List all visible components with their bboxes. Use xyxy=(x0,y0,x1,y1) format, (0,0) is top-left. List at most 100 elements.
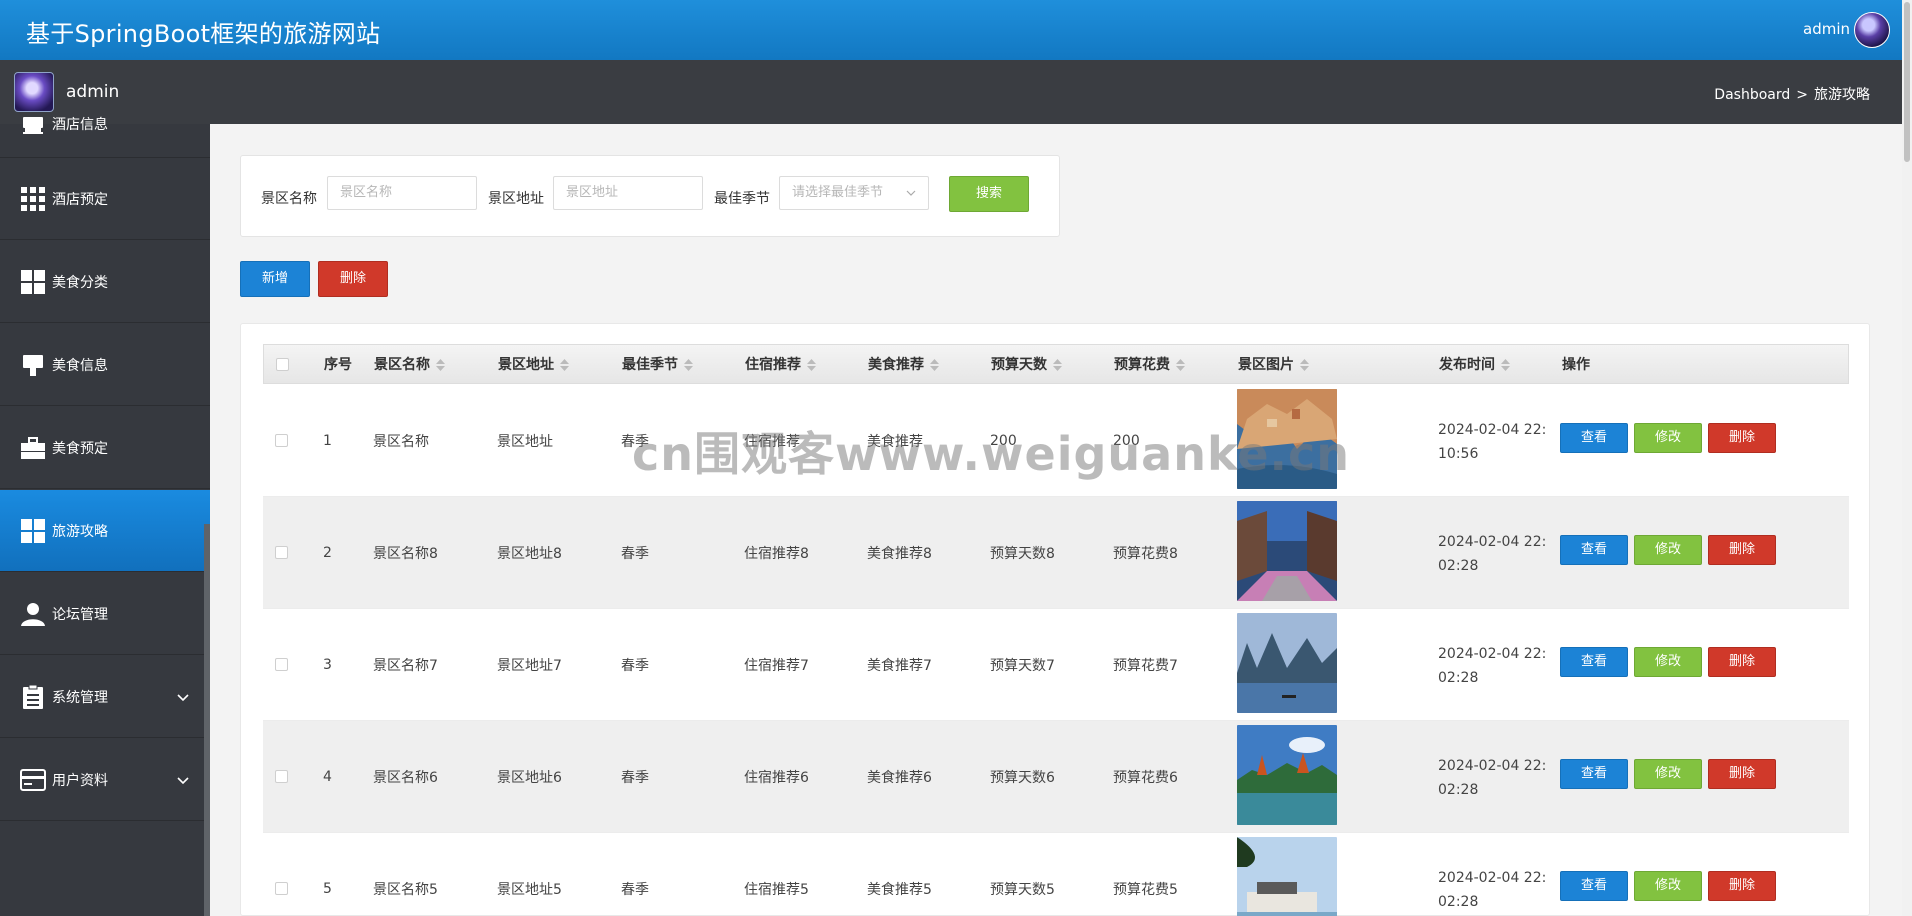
view-button[interactable]: 查看 xyxy=(1560,759,1628,789)
col-actions: 操作 xyxy=(1562,357,1590,373)
scenic-thumbnail[interactable] xyxy=(1237,501,1337,601)
breadcrumb: Dashboard > 旅游攻略 xyxy=(1708,84,1870,104)
view-button[interactable]: 查看 xyxy=(1560,647,1628,677)
sidebar-item-user-profile[interactable]: 用户资料 xyxy=(0,739,210,821)
scenic-thumbnail[interactable] xyxy=(1237,837,1337,916)
sidebar-item-forum[interactable]: 论坛管理 xyxy=(0,573,210,655)
col-address-label: 景区地址 xyxy=(498,357,554,373)
delete-button[interactable]: 删除 xyxy=(1708,759,1776,789)
col-address[interactable]: 景区地址 xyxy=(498,345,569,385)
col-days-label: 预算天数 xyxy=(991,357,1047,373)
category-icon xyxy=(21,518,45,543)
edit-button[interactable]: 修改 xyxy=(1634,759,1702,789)
breadcrumb-current: 旅游攻略 xyxy=(1814,87,1870,103)
row-checkbox[interactable] xyxy=(275,434,288,447)
cell-cost: 预算花费6 xyxy=(1113,769,1178,786)
sidebar-item-travel-guide[interactable]: 旅游攻略 xyxy=(0,490,210,572)
batch-delete-button[interactable]: 删除 xyxy=(318,261,388,297)
sidebar-item-system[interactable]: 系统管理 xyxy=(0,656,210,738)
col-time-label: 发布时间 xyxy=(1439,357,1495,373)
cell-name: 景区名称 xyxy=(373,433,429,450)
sidebar-scrollbar[interactable] xyxy=(204,524,210,916)
col-food-label: 美食推荐 xyxy=(868,357,924,373)
delete-button[interactable]: 删除 xyxy=(1708,871,1776,901)
scenic-name-input[interactable]: 景区名称 xyxy=(327,176,477,210)
edit-button[interactable]: 修改 xyxy=(1634,647,1702,677)
hotel-icon xyxy=(23,116,43,134)
cell-stay: 住宿推荐 xyxy=(744,433,800,450)
header-username[interactable]: admin xyxy=(1803,20,1850,38)
row-checkbox[interactable] xyxy=(275,770,288,783)
search-form: 景区名称 景区名称 景区地址 景区地址 最佳季节 请选择最佳季节 搜索 xyxy=(240,155,1060,237)
header-avatar[interactable] xyxy=(1854,12,1890,48)
sidebar-item-label: 美食信息 xyxy=(52,357,108,374)
page-scrollbar-thumb[interactable] xyxy=(1904,2,1910,162)
view-button[interactable]: 查看 xyxy=(1560,871,1628,901)
sidebar-item-hotel-booking[interactable]: 酒店预定 xyxy=(0,158,210,240)
scenic-thumbnail[interactable] xyxy=(1237,389,1337,489)
cell-stay: 住宿推荐6 xyxy=(744,769,809,786)
food-icon xyxy=(23,354,43,376)
search-button[interactable]: 搜索 xyxy=(949,176,1029,212)
table-row: 1 景区名称 景区地址 春季 住宿推荐 美食推荐 200 200 2024-02… xyxy=(263,385,1849,497)
sidebar-item-label: 美食预定 xyxy=(52,440,108,457)
cell-days: 预算天数8 xyxy=(990,545,1055,562)
scenic-address-input[interactable]: 景区地址 xyxy=(553,176,703,210)
row-checkbox[interactable] xyxy=(275,882,288,895)
sort-icon xyxy=(436,359,445,371)
select-all-checkbox[interactable] xyxy=(276,358,289,371)
col-season[interactable]: 最佳季节 xyxy=(622,345,693,385)
sort-icon xyxy=(684,359,693,371)
cell-cost: 预算花费8 xyxy=(1113,545,1178,562)
cell-time-clock: 02:28 xyxy=(1438,558,1479,574)
cell-stay: 住宿推荐8 xyxy=(744,545,809,562)
view-button[interactable]: 查看 xyxy=(1560,423,1628,453)
sidebar-item-food-booking[interactable]: 美食预定 xyxy=(0,407,210,489)
sidebar: 酒店信息 酒店预定 美食分类 美食信息 美食预定 旅游攻略 论坛管理 系统管理 … xyxy=(0,116,210,916)
scenic-thumbnail[interactable] xyxy=(1237,613,1337,713)
col-time[interactable]: 发布时间 xyxy=(1439,345,1510,385)
col-stay[interactable]: 住宿推荐 xyxy=(745,345,816,385)
sidebar-item-label: 旅游攻略 xyxy=(52,523,108,540)
chevron-down-icon xyxy=(177,776,189,784)
col-name[interactable]: 景区名称 xyxy=(374,345,445,385)
delete-button[interactable]: 删除 xyxy=(1708,423,1776,453)
app-title: 基于SpringBoot框架的旅游网站 xyxy=(26,20,381,48)
add-button[interactable]: 新增 xyxy=(240,261,310,297)
edit-button[interactable]: 修改 xyxy=(1634,423,1702,453)
delete-button[interactable]: 删除 xyxy=(1708,535,1776,565)
breadcrumb-dashboard[interactable]: Dashboard xyxy=(1714,87,1790,103)
col-cost[interactable]: 预算花费 xyxy=(1114,345,1185,385)
page-scrollbar[interactable] xyxy=(1902,0,1912,916)
col-days[interactable]: 预算天数 xyxy=(991,345,1062,385)
col-image[interactable]: 景区图片 xyxy=(1238,345,1309,385)
cell-time-clock: 02:28 xyxy=(1438,894,1479,910)
edit-button[interactable]: 修改 xyxy=(1634,871,1702,901)
row-checkbox[interactable] xyxy=(275,546,288,559)
cell-name: 景区名称7 xyxy=(373,657,438,674)
cell-time-date: 2024-02-04 22: xyxy=(1438,758,1547,774)
delete-button[interactable]: 删除 xyxy=(1708,647,1776,677)
best-season-select[interactable]: 请选择最佳季节 xyxy=(779,176,929,210)
table-row: 4 景区名称6 景区地址6 春季 住宿推荐6 美食推荐6 预算天数6 预算花费6… xyxy=(263,721,1849,833)
view-button[interactable]: 查看 xyxy=(1560,535,1628,565)
best-season-placeholder: 请选择最佳季节 xyxy=(792,185,884,200)
sidebar-item-food-category[interactable]: 美食分类 xyxy=(0,241,210,323)
edit-button[interactable]: 修改 xyxy=(1634,535,1702,565)
chevron-down-icon xyxy=(177,693,189,701)
scenic-thumbnail[interactable] xyxy=(1237,725,1337,825)
cell-days: 预算天数7 xyxy=(990,657,1055,674)
sidebar-item-hotel-info[interactable]: 酒店信息 xyxy=(0,90,210,158)
col-season-label: 最佳季节 xyxy=(622,357,678,373)
best-season-label: 最佳季节 xyxy=(714,191,770,207)
top-header: 基于SpringBoot框架的旅游网站 admin xyxy=(0,0,1902,60)
sort-icon xyxy=(560,359,569,371)
sort-icon xyxy=(1176,359,1185,371)
col-food[interactable]: 美食推荐 xyxy=(868,345,939,385)
cell-no: 4 xyxy=(323,768,332,785)
cell-cost: 预算花费5 xyxy=(1113,881,1178,898)
row-checkbox[interactable] xyxy=(275,658,288,671)
cell-name: 景区名称5 xyxy=(373,881,438,898)
sort-icon xyxy=(807,359,816,371)
sidebar-item-food-info[interactable]: 美食信息 xyxy=(0,324,210,406)
